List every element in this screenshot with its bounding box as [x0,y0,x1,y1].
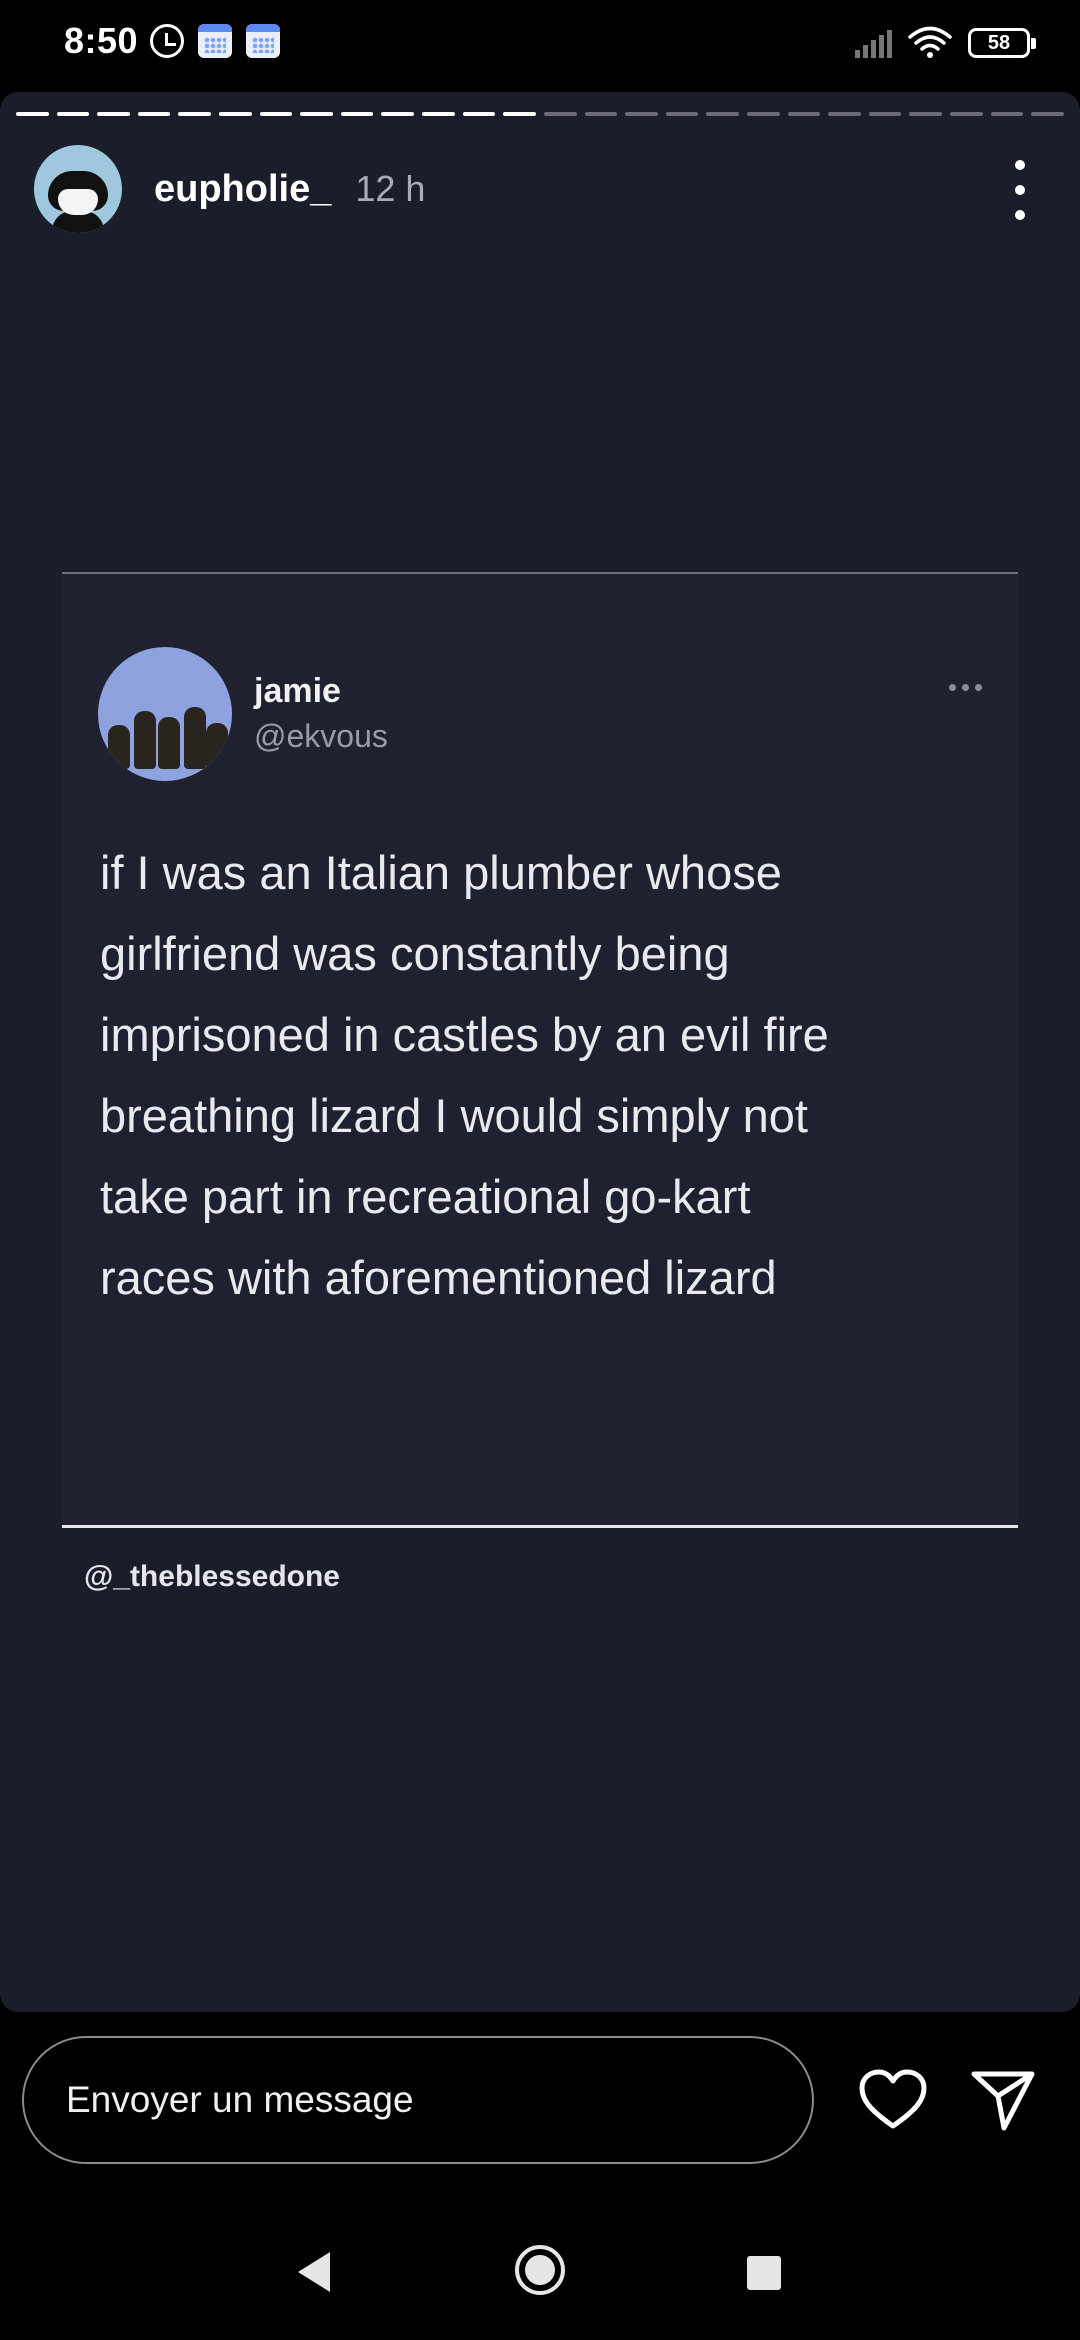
tweet-text: if I was an Italian plumber whose girlfr… [100,832,980,1318]
progress-segment [259,112,293,116]
tweet-line: girlfriend was constantly being [100,927,730,980]
progress-segment [584,112,618,116]
progress-segment [868,112,902,116]
battery-level: 58 [987,31,1011,54]
story-username[interactable]: eupholie_ [154,168,331,211]
progress-segment [16,112,49,116]
progress-segment [56,112,90,116]
progress-segment [543,112,577,116]
progress-segment [625,112,658,116]
signal-icon [855,28,892,58]
progress-segment [300,112,333,116]
message-placeholder: Envoyer un message [66,2079,414,2120]
tweet-card: jamie @ekvous if I was an Italian plumbe… [62,572,1018,1528]
tweet-line: if I was an Italian plumber whose [100,846,782,899]
progress-segment [828,112,861,116]
tweet-more-icon [949,684,982,691]
progress-segment [990,112,1024,116]
progress-segment [422,112,455,116]
progress-segment [340,112,374,116]
status-system-icons: 58 [855,26,1036,60]
tweet-line: breathing lizard I would simply not [100,1089,808,1142]
recent-apps-icon[interactable] [747,2256,781,2290]
status-bar: 8:50 58 [0,0,1080,90]
tweet-line: imprisoned in castles by an evil fire [100,1008,829,1061]
progress-segment [137,112,171,116]
battery-icon: 58 [968,28,1036,58]
progress-segment [950,112,983,116]
progress-segment [787,112,821,116]
tweet-author-handle: @ekvous [254,718,388,754]
message-input[interactable]: Envoyer un message [22,2036,814,2164]
progress-segment [178,112,212,116]
back-icon[interactable] [294,2250,334,2294]
tweet-author-name: jamie [254,672,341,710]
story-progress [16,112,1064,116]
mention-credit[interactable]: @_theblessedone [84,1560,340,1594]
alarm-icon [150,24,184,58]
story-time: 12 h [355,168,426,209]
progress-segment [381,112,415,116]
wifi-icon [908,26,952,58]
heart-icon[interactable] [858,2068,928,2132]
progress-segment [706,112,739,116]
story-header: eupholie_ 12 h [34,144,1050,234]
progress-segment [462,112,496,116]
avatar[interactable] [34,145,122,233]
send-icon[interactable] [968,2068,1038,2132]
progress-segment [503,112,536,116]
calendar-icon [198,24,232,58]
story-viewer[interactable]: eupholie_ 12 h jamie @ekvous if I was an… [0,92,1080,2012]
status-time: 8:50 [64,20,139,61]
calendar-icon [246,24,280,58]
progress-segment [97,112,130,116]
progress-segment [1031,112,1064,116]
tweet-line: races with aforementioned lizard [100,1251,777,1304]
tweet-line: take part in recreational go-kart [100,1170,751,1223]
progress-segment [746,112,780,116]
progress-segment [909,112,943,116]
more-vertical-icon[interactable] [1010,160,1030,220]
progress-segment [219,112,252,116]
tweet-avatar [98,647,232,781]
status-notifications [150,24,280,58]
progress-segment [665,112,699,116]
home-icon[interactable] [514,2244,566,2296]
